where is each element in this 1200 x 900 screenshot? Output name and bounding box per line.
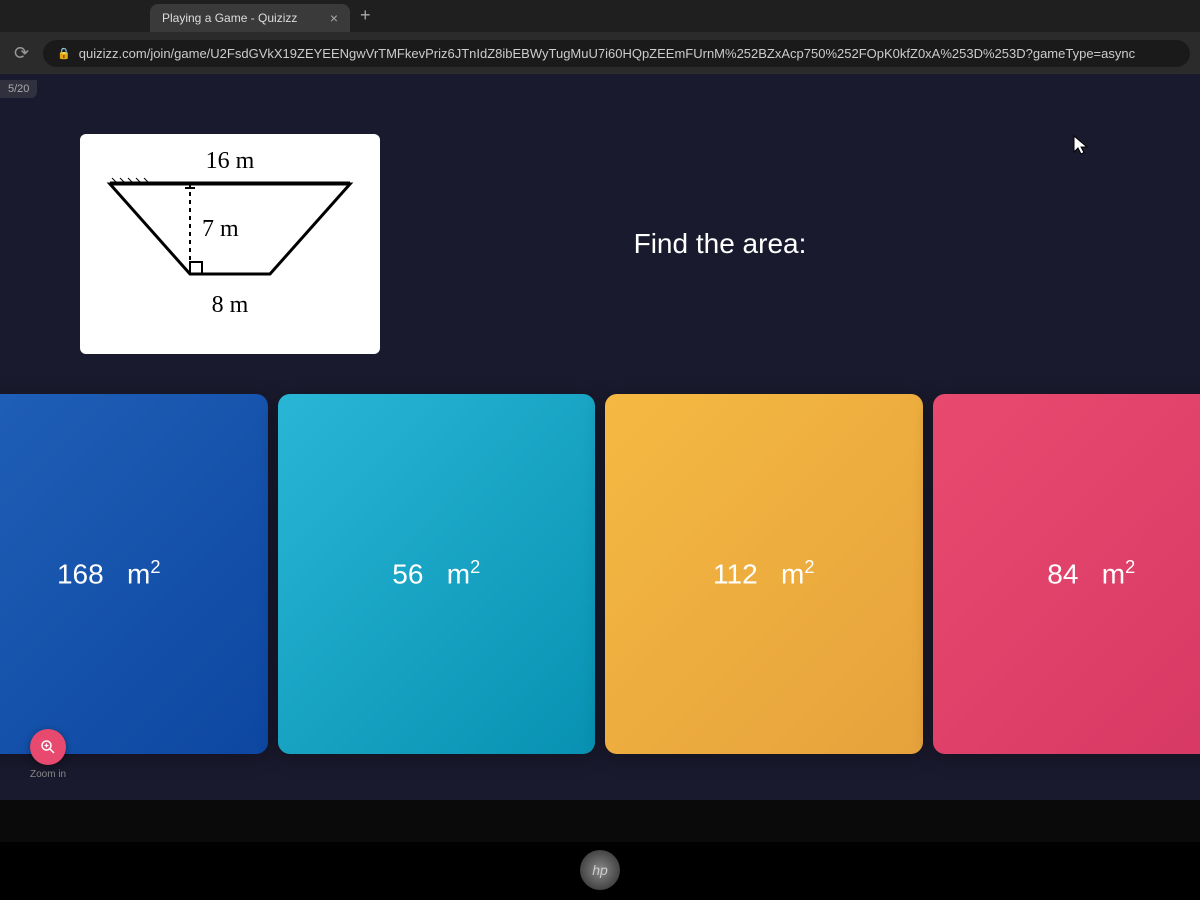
answers-row: 168 m2 56 m2 112 m2 84 m2 — [0, 394, 1200, 754]
url-box[interactable]: 🔒 quizizz.com/join/game/U2FsdGVkX19ZEYEE… — [43, 40, 1190, 67]
answer-value: 112 — [713, 559, 758, 590]
close-icon[interactable]: × — [330, 10, 338, 26]
url-text: quizizz.com/join/game/U2FsdGVkX19ZEYEENg… — [79, 46, 1135, 61]
answer-unit: m — [781, 559, 804, 590]
answer-unit: m — [447, 559, 470, 590]
url-bar-row: ⟳ 🔒 quizizz.com/join/game/U2FsdGVkX19ZEY… — [0, 32, 1200, 74]
answer-value: 84 — [1047, 559, 1078, 590]
zoom-in-button[interactable]: Zoom in — [30, 729, 66, 780]
answer-exp: 2 — [470, 557, 480, 577]
right-angle-icon — [190, 262, 202, 274]
answer-unit: m — [1102, 559, 1125, 590]
bottom-side-label: 8 m — [212, 292, 249, 318]
hp-logo: hp — [580, 850, 620, 890]
answer-exp: 2 — [150, 557, 160, 577]
trapezoid-svg: 16 m 7 m 8 m — [90, 144, 370, 344]
answer-value: 56 — [392, 559, 423, 590]
tab-title: Playing a Game - Quizizz — [162, 11, 322, 25]
question-row: 16 m 7 m 8 m Fi — [0, 114, 1200, 374]
browser-tab[interactable]: Playing a Game - Quizizz × — [150, 4, 350, 32]
tab-bar: Playing a Game - Quizizz × + — [0, 0, 1200, 32]
answer-option-3[interactable]: 112 m2 — [605, 394, 923, 754]
answer-exp: 2 — [1125, 557, 1135, 577]
answer-option-1[interactable]: 168 m2 — [0, 394, 268, 754]
answer-option-4[interactable]: 84 m2 — [933, 394, 1200, 754]
question-prompt: Find the area: — [380, 228, 1120, 260]
new-tab-button[interactable]: + — [350, 0, 381, 32]
height-label: 7 m — [202, 216, 239, 242]
answer-unit: m — [127, 559, 150, 590]
zoom-label: Zoom in — [30, 769, 66, 780]
lock-icon: 🔒 — [57, 47, 71, 60]
answer-exp: 2 — [804, 557, 814, 577]
top-side-label: 16 m — [206, 148, 255, 174]
answer-option-2[interactable]: 56 m2 — [278, 394, 596, 754]
reload-button[interactable]: ⟳ — [10, 39, 33, 68]
question-counter: 5/20 — [0, 80, 37, 98]
answer-value: 168 — [57, 559, 104, 590]
cursor-icon — [1072, 134, 1090, 162]
game-area: 5/20 16 m 7 m — [0, 74, 1200, 800]
zoom-in-icon — [30, 729, 66, 765]
question-figure: 16 m 7 m 8 m — [80, 134, 380, 354]
browser-chrome: Playing a Game - Quizizz × + ⟳ 🔒 quizizz… — [0, 0, 1200, 74]
